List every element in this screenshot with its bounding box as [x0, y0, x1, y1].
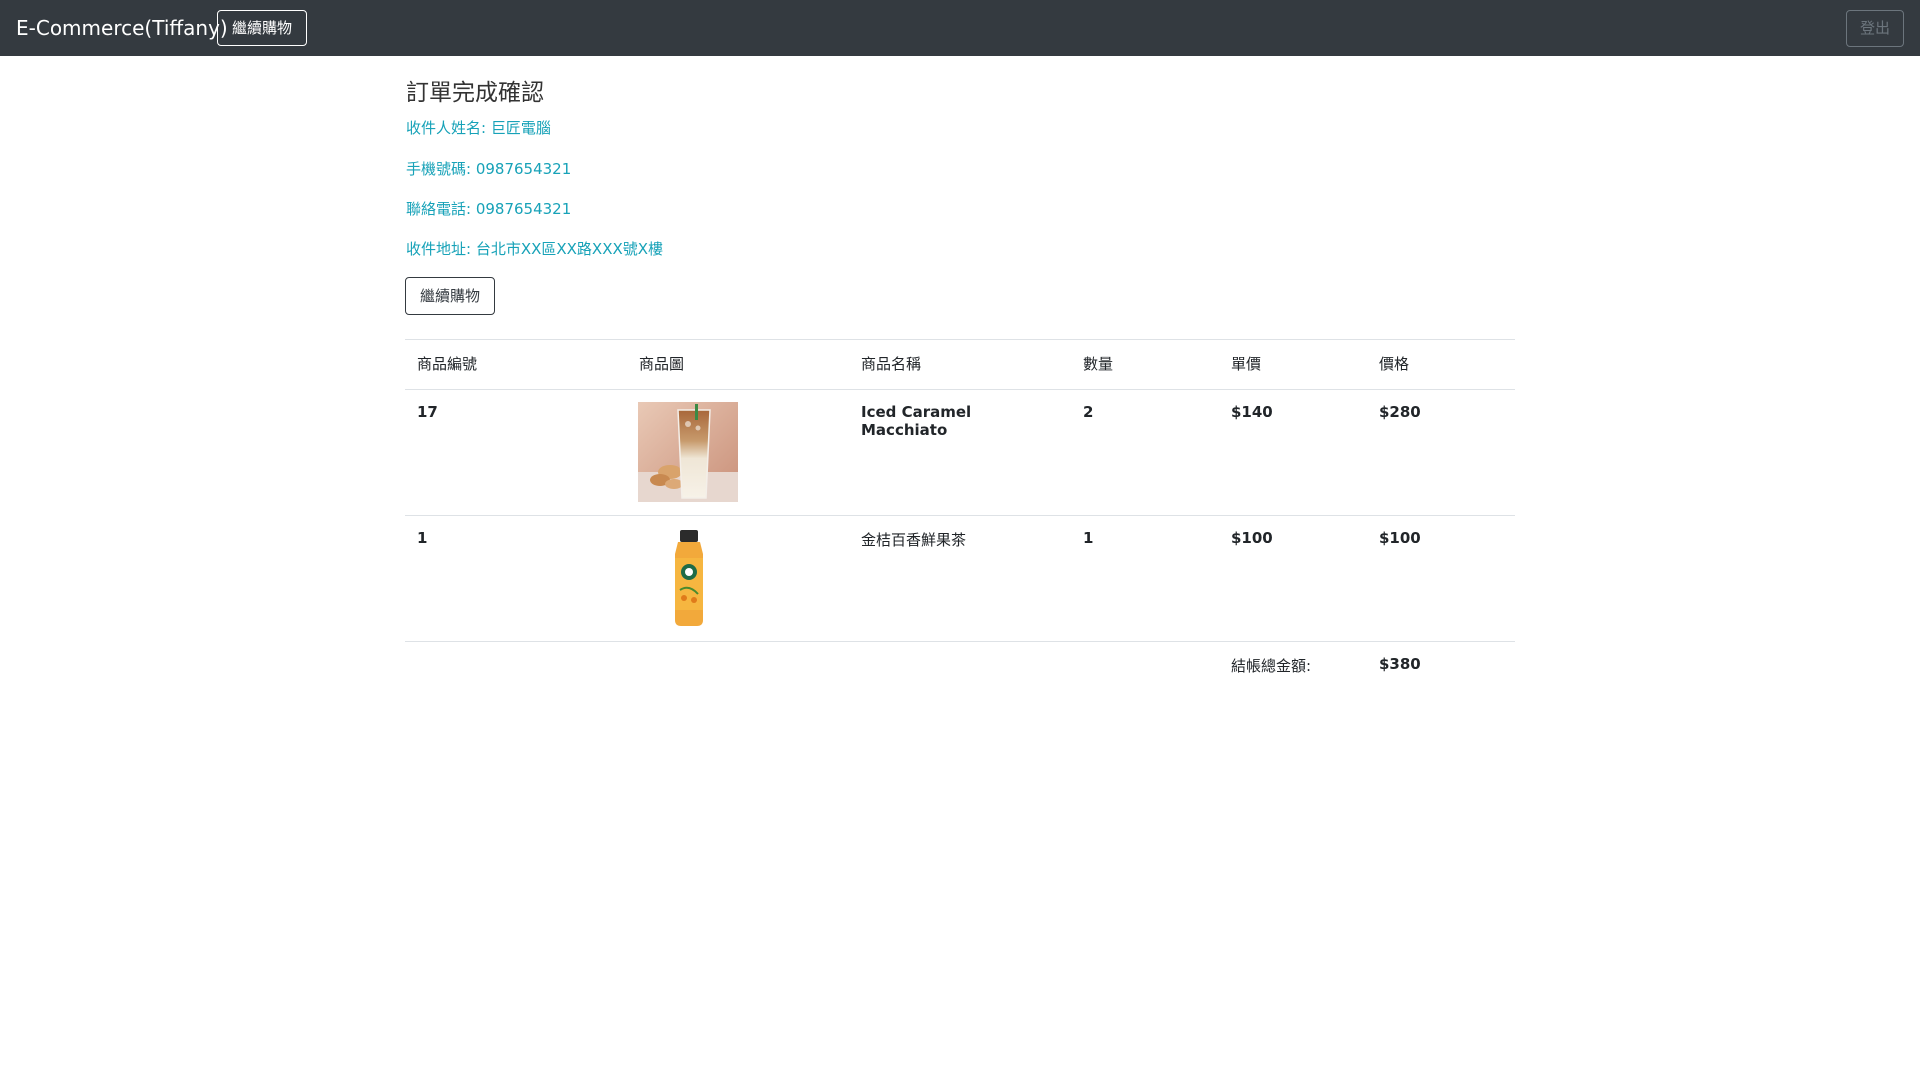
- empty-cell: [1071, 641, 1219, 692]
- product-image-cell: [627, 389, 849, 516]
- product-id: 1: [405, 515, 627, 642]
- contact-phone: 聯絡電話: 0987654321: [406, 200, 572, 218]
- kumquat-passionfruit-tea-bottle-photo: [638, 528, 738, 628]
- empty-cell: [849, 641, 1071, 692]
- header-price: 價格: [1367, 339, 1515, 390]
- product-image-cell: [627, 515, 849, 642]
- table-row: 17 Iced Caramel Macchiato 2 $140 $280: [405, 389, 1515, 516]
- product-unit-price: $140: [1219, 389, 1367, 516]
- navbar-continue-shopping-button[interactable]: 繼續購物: [217, 10, 307, 46]
- product-price: $100: [1367, 515, 1515, 642]
- header-quantity: 數量: [1071, 339, 1219, 390]
- total-label: 結帳總金額:: [1219, 641, 1367, 692]
- header-unit-price: 單價: [1219, 339, 1367, 390]
- iced-caramel-macchiato-photo: [638, 402, 738, 502]
- mobile-number: 手機號碼: 0987654321: [406, 160, 572, 178]
- product-quantity: 1: [1071, 515, 1219, 642]
- product-name: 金桔百香鮮果茶: [849, 515, 1071, 642]
- header-product-id: 商品編號: [405, 339, 627, 390]
- product-unit-price: $100: [1219, 515, 1367, 642]
- logout-button[interactable]: 登出: [1846, 10, 1904, 47]
- product-id: 17: [405, 389, 627, 516]
- table-header-row: 商品編號 商品圖 商品名稱 數量 單價 價格: [405, 339, 1515, 390]
- header-product-name: 商品名稱: [849, 339, 1071, 390]
- brand-link[interactable]: E-Commerce(Tiffany): [16, 15, 228, 41]
- recipient-name: 收件人姓名: 巨匠電腦: [406, 119, 551, 137]
- total-amount: $380: [1367, 641, 1515, 692]
- top-navbar: E-Commerce(Tiffany) 繼續購物 登出: [0, 0, 1920, 56]
- header-product-image: 商品圖: [627, 339, 849, 390]
- table-row: 1 金桔百香鮮果茶 1 $100 $100: [405, 515, 1515, 642]
- continue-shopping-button[interactable]: 繼續購物: [405, 277, 495, 315]
- page-title: 訂單完成確認: [406, 80, 544, 106]
- empty-cell: [405, 641, 627, 692]
- order-items-table: 商品編號 商品圖 商品名稱 數量 單價 價格 17 Iced Caramel M…: [405, 339, 1515, 692]
- empty-cell: [627, 641, 849, 692]
- total-row: 結帳總金額: $380: [405, 641, 1515, 692]
- shipping-address: 收件地址: 台北市XX區XX路XXX號X樓: [406, 240, 664, 258]
- product-name: Iced Caramel Macchiato: [849, 389, 1071, 516]
- product-price: $280: [1367, 389, 1515, 516]
- product-quantity: 2: [1071, 389, 1219, 516]
